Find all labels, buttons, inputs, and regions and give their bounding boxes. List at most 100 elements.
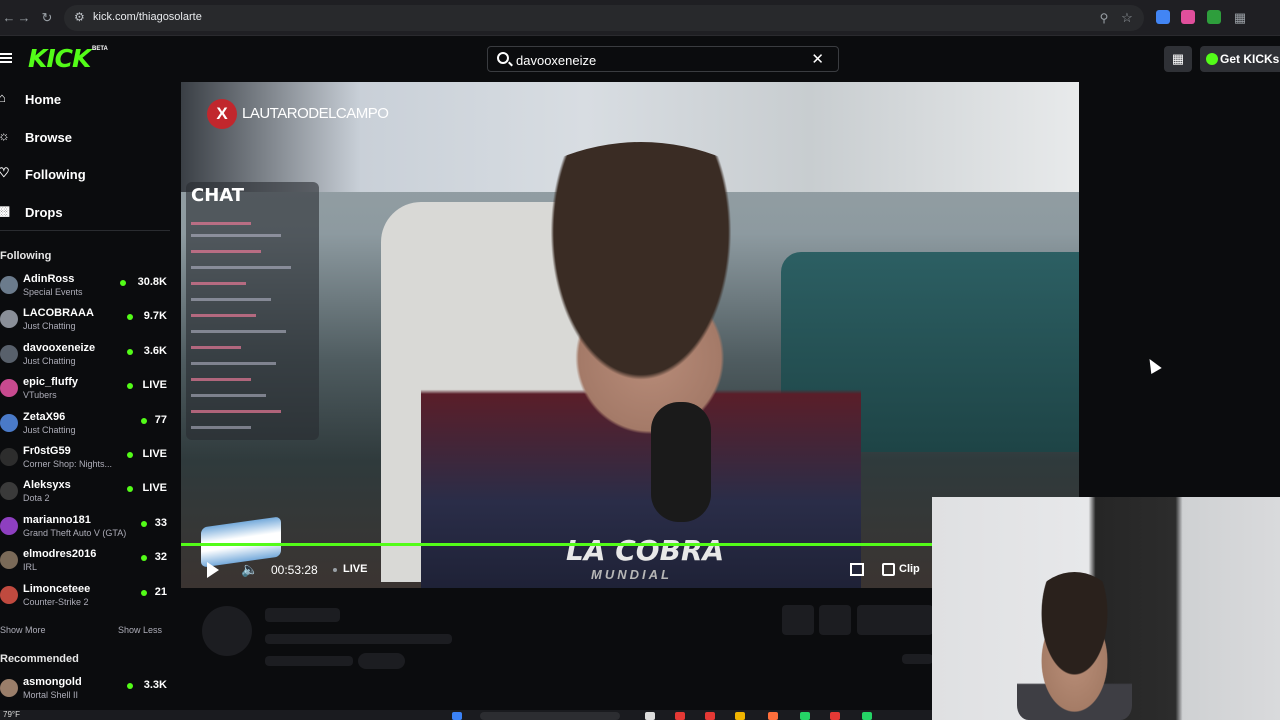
skeleton-button — [857, 605, 933, 635]
weather-temp: 79°F — [3, 710, 20, 719]
get-kicks-button[interactable]: Get KICKs — [1200, 46, 1280, 72]
show-more-link[interactable]: Show More — [0, 625, 46, 635]
taskbar-app-icon[interactable] — [645, 712, 655, 720]
url-text[interactable]: kick.com/thiagosolarte — [93, 11, 202, 23]
channel-name: LACOBRAAA — [23, 307, 94, 320]
taskbar-search-icon[interactable] — [480, 712, 620, 720]
address-bar[interactable]: ⚙ kick.com/thiagosolarte — [64, 5, 1144, 31]
taskbar-app-icon[interactable] — [768, 712, 778, 720]
nav-drops[interactable]: ▩ Drops — [0, 200, 170, 226]
clear-search-icon[interactable]: ✕ — [811, 50, 824, 68]
avatar — [0, 679, 18, 697]
live-indicator-icon — [141, 520, 147, 527]
channel-name: davooxeneize — [23, 341, 96, 354]
layout-toggle-icon[interactable]: ▦ — [1164, 46, 1192, 72]
sidebar-divider — [0, 230, 170, 231]
taskbar-app-icon[interactable] — [862, 712, 872, 720]
clip-button[interactable]: Clip — [899, 563, 920, 575]
live-indicator-icon — [127, 348, 133, 355]
channel-name: asmongold — [23, 676, 82, 688]
avatar — [0, 344, 18, 363]
skeleton-line — [265, 656, 353, 666]
clip-icon[interactable] — [882, 563, 895, 576]
overlay-handle: LAUTARODELCAMPO — [242, 105, 389, 122]
search-bar[interactable]: ✕ — [487, 46, 839, 72]
heart-icon: ♡ — [0, 165, 10, 180]
nav-home-label: Home — [25, 92, 62, 107]
progress-bar[interactable] — [181, 543, 932, 546]
channel-category: Just Chatting — [23, 424, 76, 435]
beta-badge: BETA — [92, 46, 108, 52]
x-logo-icon: X — [207, 99, 237, 129]
nav-browse[interactable]: ☼ Browse — [0, 125, 170, 151]
forward-icon[interactable]: → — [15, 9, 33, 27]
channel-category: Just Chatting — [23, 321, 76, 332]
nav-following[interactable]: ♡ Following — [0, 162, 170, 188]
nav-home[interactable]: ⌂ Home — [0, 87, 170, 113]
channel-item[interactable]: LACOBRAAA Just Chatting 9.7K — [0, 307, 170, 341]
live-indicator-icon — [141, 589, 147, 596]
channel-item[interactable]: asmongold Mortal Shell II 3.3K — [0, 676, 170, 710]
channel-category: Counter-Strike 2 — [23, 596, 89, 607]
site-settings-icon[interactable]: ⚙ — [74, 10, 85, 24]
skeleton-line — [265, 634, 452, 644]
menu-icon[interactable] — [0, 53, 12, 63]
avatar — [0, 310, 18, 329]
start-icon[interactable] — [452, 712, 462, 720]
avatar — [0, 516, 18, 535]
skeleton-button — [782, 605, 814, 635]
live-indicator-icon — [127, 452, 133, 458]
zoom-icon[interactable]: ⚲ — [1095, 9, 1113, 27]
viewer-count: 21 — [154, 585, 167, 598]
viewer-count: 3.3K — [143, 679, 167, 691]
channel-item[interactable]: ZetaX96 Just Chatting 77 — [0, 411, 170, 445]
channel-category: Special Events — [23, 287, 83, 297]
viewer-count: LIVE — [142, 379, 167, 392]
channel-item[interactable]: elmodres2016 IRL 32 — [0, 548, 170, 582]
stream-time: 00:53:28 — [271, 563, 318, 577]
skeleton-avatar — [202, 606, 252, 656]
show-less-link[interactable]: Show Less — [118, 625, 162, 635]
webcam-overlay — [932, 497, 1280, 720]
extension-2-icon[interactable] — [1181, 10, 1195, 24]
play-icon[interactable] — [207, 562, 219, 578]
bookmark-star-icon[interactable]: ☆ — [1118, 9, 1136, 27]
taskbar-app-icon[interactable] — [830, 712, 840, 720]
search-icon — [497, 52, 509, 64]
extension-3-icon[interactable] — [1207, 10, 1221, 24]
extension-1-icon[interactable] — [1156, 10, 1170, 24]
skeleton-line — [265, 608, 340, 622]
channel-name: epic_fluffy — [23, 376, 79, 389]
taskbar-app-icon[interactable] — [800, 712, 810, 720]
channel-item[interactable]: Limonceteee Counter-Strike 2 21 — [0, 583, 170, 617]
avatar — [0, 276, 18, 294]
avatar — [0, 448, 18, 466]
channel-item[interactable]: davooxeneize Just Chatting 3.6K — [0, 342, 170, 376]
channel-item[interactable]: AdinRoss Special Events 30.8K — [0, 273, 170, 307]
kick-logo[interactable]: KICK — [28, 44, 91, 73]
channel-name: marianno181 — [23, 513, 91, 526]
browser-toolbar: ← → ↻ ⚙ kick.com/thiagosolarte ⚲ ☆ ▦ — [0, 0, 1280, 36]
taskbar-app-icon[interactable] — [675, 712, 685, 720]
channel-name: elmodres2016 — [23, 548, 97, 561]
channel-item[interactable]: Fr0stG59 Corner Shop: Nights... LIVE — [0, 445, 170, 479]
skeleton-pill — [358, 653, 405, 669]
live-indicator-icon — [120, 280, 126, 286]
channel-item[interactable]: Aleksyxs Dota 2 LIVE — [0, 479, 170, 513]
sidebar: ⌂ Home ☼ Browse ♡ Following ▩ Drops Foll… — [0, 82, 178, 720]
channel-category: Dota 2 — [23, 493, 50, 504]
picture-in-picture-icon[interactable] — [850, 563, 864, 576]
taskbar-app-icon[interactable] — [705, 712, 715, 720]
viewer-count: LIVE — [142, 448, 167, 460]
channel-category: Just Chatting — [23, 355, 76, 366]
extensions-puzzle-icon[interactable]: ▦ — [1231, 9, 1249, 27]
live-indicator-icon — [127, 383, 133, 390]
nav-following-label: Following — [25, 167, 86, 182]
channel-item[interactable]: marianno181 Grand Theft Auto V (GTA) 33 — [0, 514, 170, 548]
avatar — [0, 413, 18, 432]
reload-icon[interactable]: ↻ — [38, 9, 56, 27]
taskbar-app-icon[interactable] — [735, 712, 745, 720]
volume-icon[interactable]: 🔈 — [241, 561, 258, 578]
channel-item[interactable]: epic_fluffy VTubers LIVE — [0, 376, 170, 410]
search-input[interactable] — [516, 51, 796, 69]
